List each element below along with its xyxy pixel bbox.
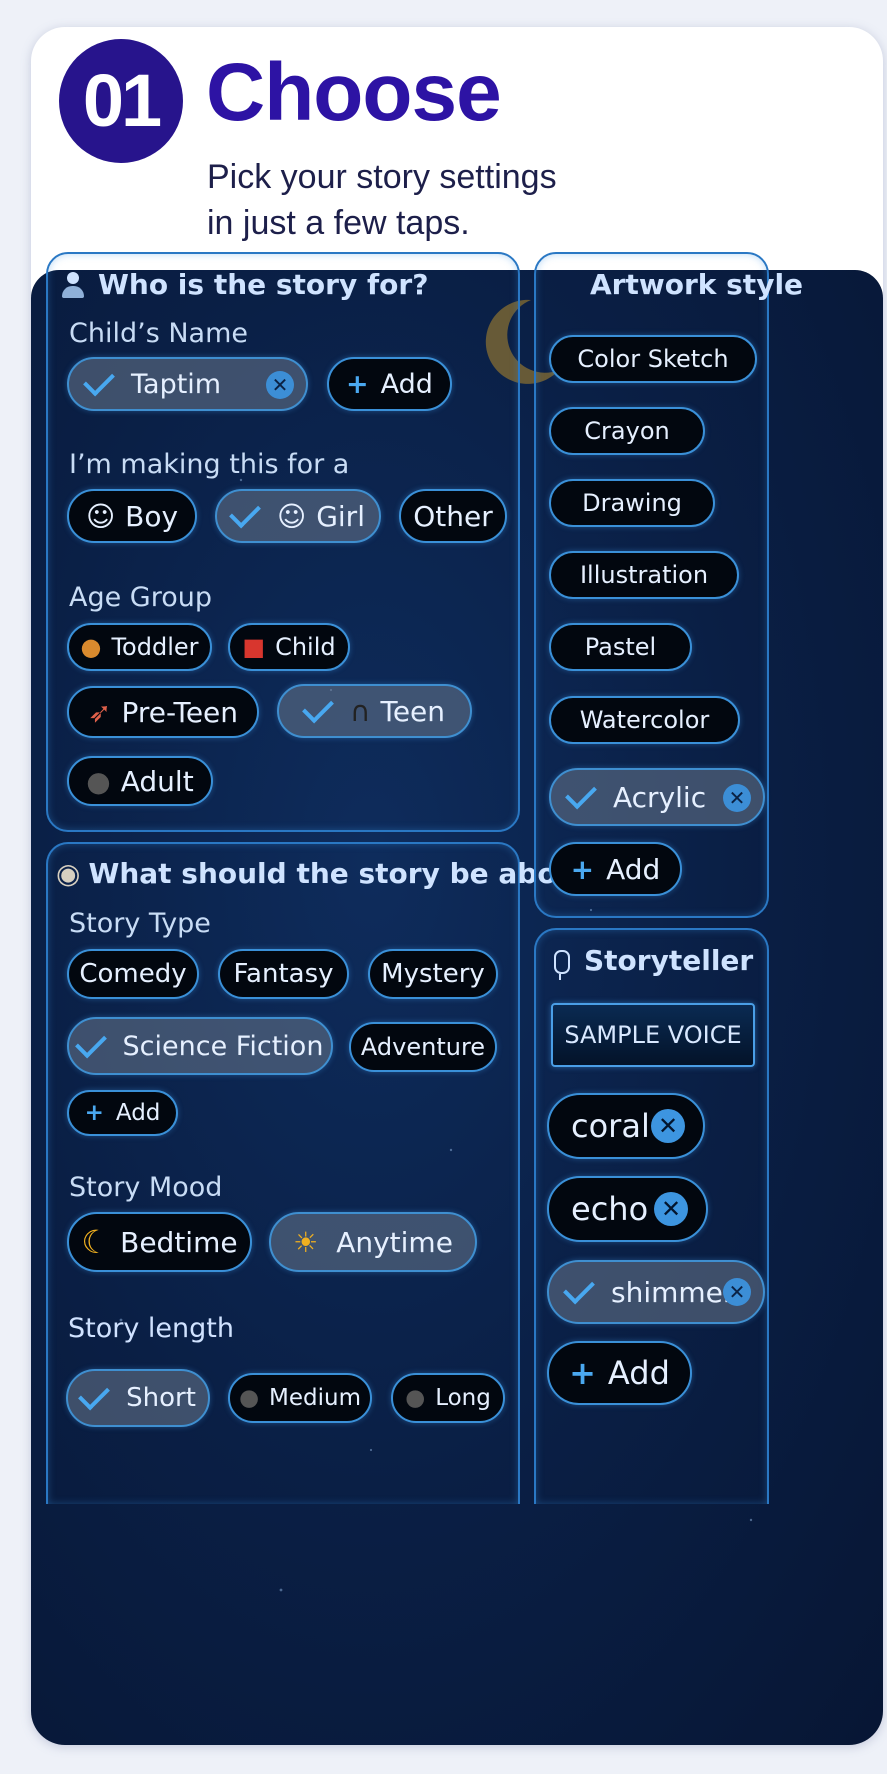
subtitle-line-2: in just a few taps.	[207, 204, 470, 242]
check-icon	[565, 777, 597, 809]
remove-icon[interactable]: ✕	[266, 371, 294, 399]
style-chip-color-sketch[interactable]: Color Sketch	[549, 335, 757, 383]
style-chip-illustration[interactable]: Illustration	[549, 551, 739, 599]
age-chip-teen[interactable]: ∩ Teen	[277, 684, 472, 738]
remove-icon[interactable]: ✕	[654, 1192, 688, 1226]
type-chip-fantasy[interactable]: Fantasy	[218, 949, 349, 999]
remove-icon[interactable]: ✕	[723, 1278, 751, 1306]
artwork-panel-title: Artwork style	[590, 268, 804, 301]
plus-icon: +	[346, 368, 369, 400]
gender-label: I’m making this for a	[69, 449, 350, 480]
bear-icon: ●	[80, 633, 102, 661]
age-chip-child[interactable]: ■ Child	[228, 623, 350, 671]
story-type-label: Story Type	[69, 908, 211, 939]
book-icon: ●	[405, 1385, 426, 1411]
length-chip-short[interactable]: Short	[66, 1369, 210, 1427]
check-icon	[302, 691, 334, 723]
storyteller-panel-title: Storyteller	[554, 944, 753, 980]
type-chip-adventure[interactable]: Adventure	[349, 1022, 497, 1072]
age-group-label: Age Group	[69, 582, 213, 613]
sample-voice-button[interactable]: SAMPLE VOICE	[551, 1003, 755, 1067]
length-chip-medium[interactable]: ● Medium	[228, 1373, 372, 1423]
boy-icon: ☺	[85, 499, 116, 533]
sun-icon: ☀	[293, 1225, 319, 1259]
child-name-label: Child’s Name	[69, 318, 248, 349]
style-chip-pastel[interactable]: Pastel	[549, 623, 692, 671]
plus-icon: +	[84, 1100, 104, 1126]
check-icon	[83, 364, 115, 396]
gender-chip-girl[interactable]: ☺ Girl	[215, 489, 381, 543]
voice-chip-echo[interactable]: echo ✕	[547, 1176, 708, 1242]
style-chip-acrylic[interactable]: Acrylic ✕	[549, 768, 765, 826]
book-icon: ●	[238, 1385, 260, 1411]
gender-chip-boy[interactable]: ☺ Boy	[67, 489, 197, 543]
voice-chip-coral[interactable]: coral ✕	[547, 1093, 705, 1159]
plus-icon: +	[570, 852, 595, 886]
type-chip-science-fiction[interactable]: Science Fiction	[67, 1017, 333, 1075]
check-icon	[74, 1026, 107, 1058]
rocket-icon: ➶	[87, 695, 112, 729]
page-subtitle: Pick your story settings in just a few t…	[207, 154, 627, 246]
type-chip-comedy[interactable]: Comedy	[67, 949, 199, 999]
style-chip-drawing[interactable]: Drawing	[549, 479, 715, 527]
girl-icon: ☺	[277, 499, 307, 533]
about-panel-title: ◉ What should the story be about?	[56, 857, 607, 890]
length-chip-long[interactable]: ● Long	[391, 1373, 505, 1423]
add-voice-button[interactable]: + Add	[547, 1341, 692, 1405]
type-chip-mystery[interactable]: Mystery	[368, 949, 498, 999]
backpack-icon: ■	[242, 633, 266, 661]
gender-chip-other[interactable]: Other	[399, 489, 507, 543]
step-number-badge: 01	[59, 39, 183, 163]
age-chip-adult[interactable]: ● Adult	[67, 756, 213, 806]
headphones-icon: ∩	[349, 694, 371, 728]
person-icon	[60, 272, 86, 300]
check-icon	[563, 1272, 595, 1304]
child-name-chip[interactable]: Taptim ✕	[67, 357, 308, 411]
style-chip-crayon[interactable]: Crayon	[549, 407, 705, 455]
age-chip-toddler[interactable]: ● Toddler	[67, 623, 212, 671]
age-chip-preteen[interactable]: ➶ Pre-Teen	[67, 686, 259, 738]
who-panel-title: Who is the story for?	[60, 268, 428, 301]
story-length-label: Story length	[68, 1313, 234, 1344]
check-icon	[78, 1378, 111, 1410]
add-story-type-button[interactable]: + Add	[67, 1090, 178, 1136]
story-mood-label: Story Mood	[69, 1172, 223, 1203]
moon-icon: ☾	[81, 1223, 111, 1261]
add-style-button[interactable]: + Add	[549, 842, 682, 896]
mood-chip-bedtime[interactable]: ☾ Bedtime	[67, 1212, 252, 1272]
check-icon	[229, 496, 261, 528]
remove-icon[interactable]: ✕	[723, 784, 751, 812]
style-chip-watercolor[interactable]: Watercolor	[549, 696, 740, 744]
adult-icon: ●	[86, 764, 111, 798]
palette-icon: ◉	[56, 857, 81, 890]
subtitle-line-1: Pick your story settings	[207, 158, 557, 196]
remove-icon[interactable]: ✕	[651, 1109, 685, 1143]
plus-icon: +	[569, 1354, 596, 1392]
mood-chip-anytime[interactable]: ☀ Anytime	[269, 1212, 477, 1272]
voice-chip-shimmer[interactable]: shimmer ✕	[547, 1260, 765, 1324]
page-title: Choose	[206, 47, 502, 138]
microphone-icon	[554, 950, 570, 980]
add-name-button[interactable]: + Add	[327, 357, 452, 411]
